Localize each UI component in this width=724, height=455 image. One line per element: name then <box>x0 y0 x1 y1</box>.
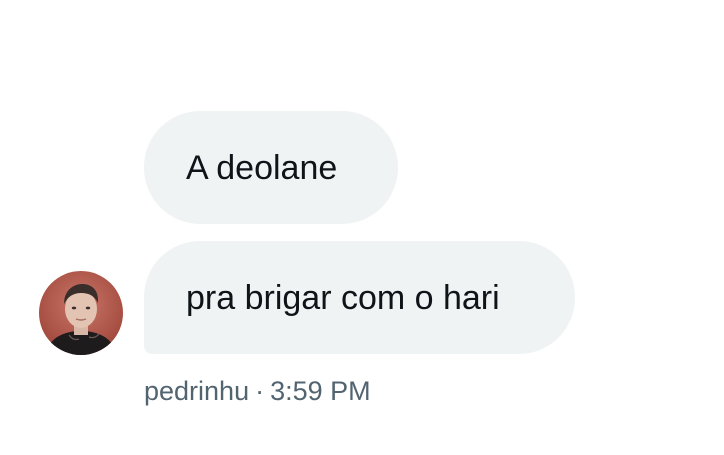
avatar-image <box>39 271 123 355</box>
avatar[interactable] <box>39 271 123 355</box>
message-text: pra brigar com o hari <box>186 278 500 317</box>
message-bubble[interactable]: pra brigar com o hari <box>144 241 575 354</box>
sender-name[interactable]: pedrinhu <box>144 376 249 406</box>
message-timestamp: 3:59 PM <box>270 376 371 406</box>
message-bubble[interactable]: A deolane <box>144 111 398 224</box>
message-meta: pedrinhu · 3:59 PM <box>144 375 371 407</box>
message-text: A deolane <box>186 148 338 187</box>
meta-separator: · <box>255 376 265 406</box>
dm-thread: A deolane pra brigar com o hari pedrinhu… <box>0 0 724 455</box>
